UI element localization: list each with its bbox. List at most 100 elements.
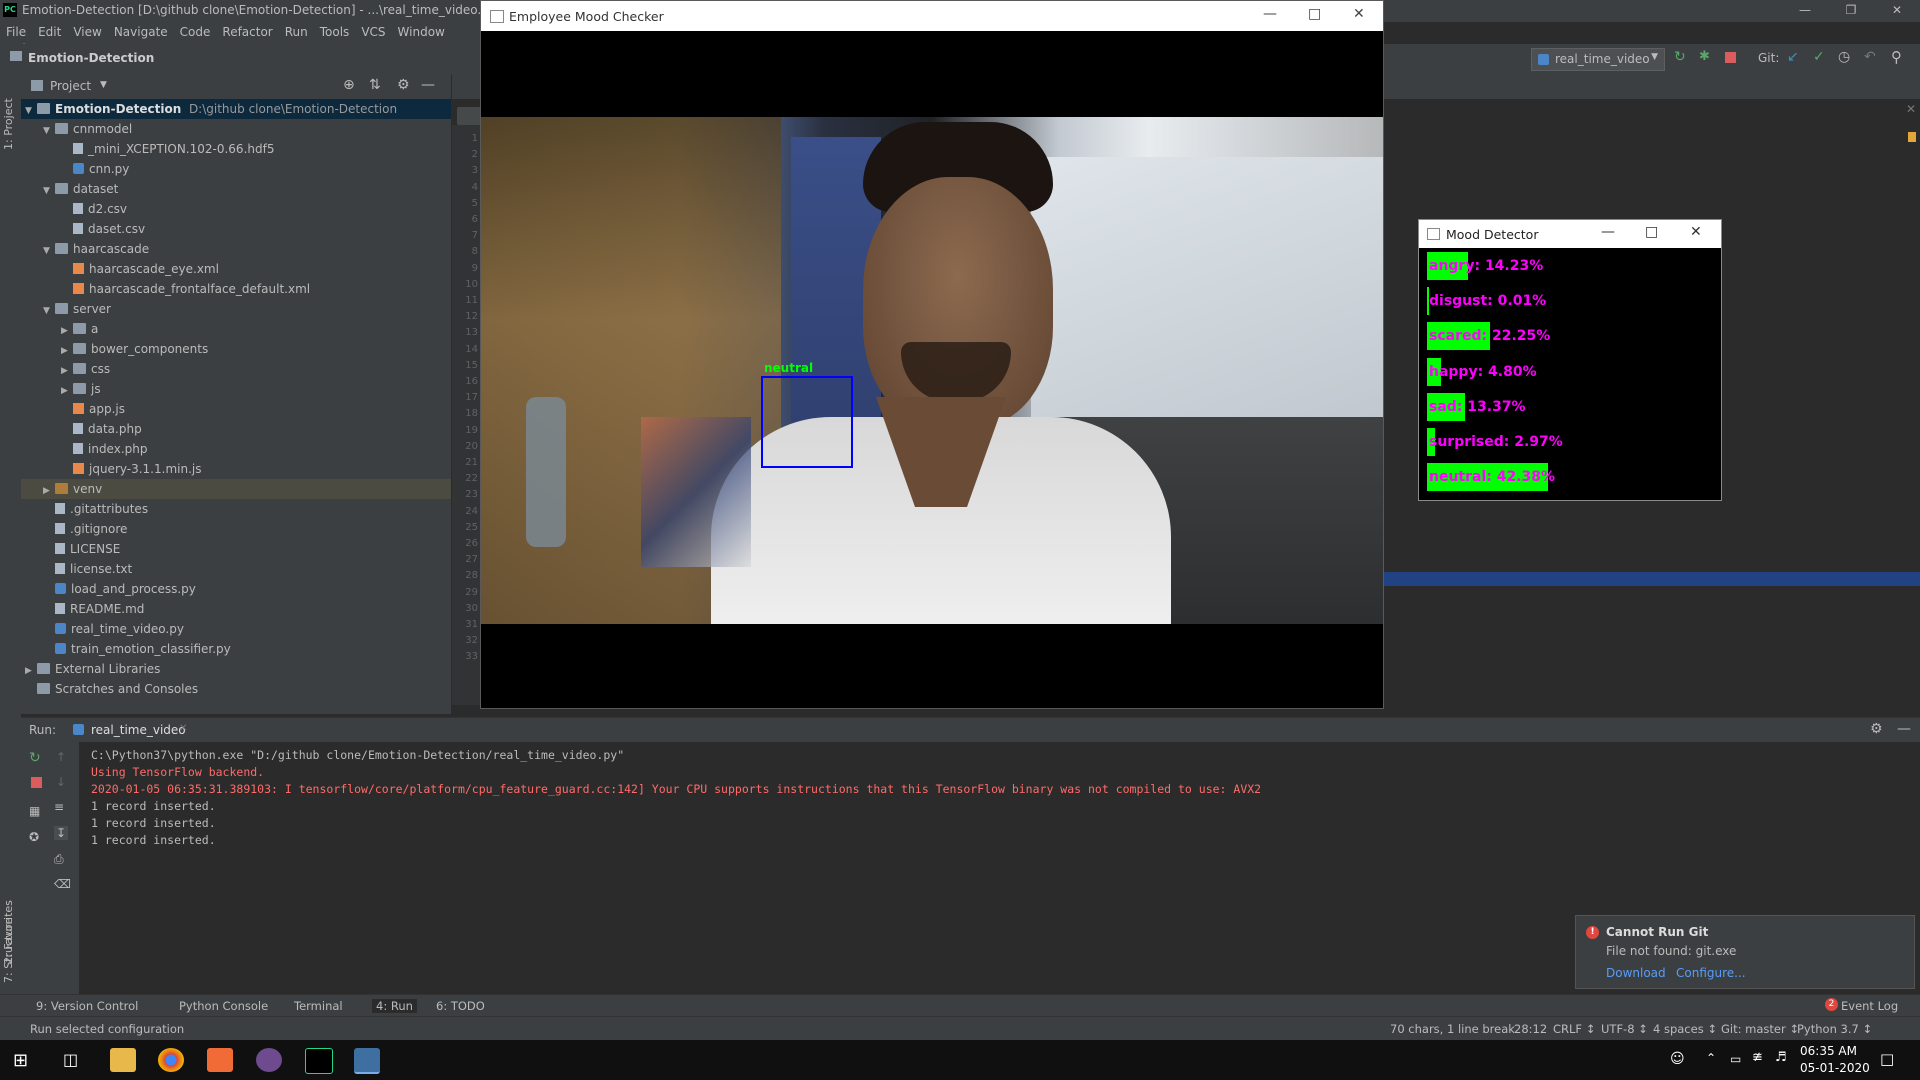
menu-tools[interactable]: Tools xyxy=(314,22,356,39)
rerun-icon[interactable]: ↻ xyxy=(29,750,41,766)
indent-setting[interactable]: 4 spaces ↕ xyxy=(1653,1022,1717,1036)
git-commit-icon[interactable]: ✓ xyxy=(1813,49,1825,65)
tree-item[interactable]: index.php xyxy=(21,439,451,459)
tree-item[interactable]: ▼ server xyxy=(21,299,451,319)
tree-item[interactable]: haarcascade_eye.xml xyxy=(21,259,451,279)
wifi-icon[interactable]: ≇ xyxy=(1752,1050,1763,1065)
pycharm-icon[interactable] xyxy=(305,1048,333,1074)
collapsed-arrow-icon[interactable]: ▶ xyxy=(61,321,73,341)
scroll-end-icon[interactable]: ↧ xyxy=(54,826,69,840)
tree-item[interactable]: ▶ a xyxy=(21,319,451,339)
tree-item[interactable]: Scratches and Consoles xyxy=(21,679,451,699)
expanded-arrow-icon[interactable]: ▼ xyxy=(43,241,55,261)
people-icon[interactable]: ☺ xyxy=(1670,1051,1685,1067)
revert-icon[interactable]: ↶ xyxy=(1864,49,1876,65)
tree-item[interactable]: .gitattributes xyxy=(21,499,451,519)
soft-wrap-icon[interactable]: ≡ xyxy=(54,800,64,814)
menu-edit[interactable]: Edit xyxy=(32,22,67,39)
expanded-arrow-icon[interactable]: ▼ xyxy=(43,181,55,201)
event-log-button[interactable]: Event Log xyxy=(1841,999,1898,1013)
volume-icon[interactable]: ♬ xyxy=(1775,1050,1787,1065)
breadcrumb[interactable]: Emotion-Detection xyxy=(28,51,154,65)
tree-item[interactable]: daset.csv xyxy=(21,219,451,239)
menu-view[interactable]: View xyxy=(67,22,107,39)
stop-icon[interactable] xyxy=(31,777,42,788)
collapsed-arrow-icon[interactable]: ▶ xyxy=(61,381,73,401)
tree-item[interactable]: app.js xyxy=(21,399,451,419)
tree-item[interactable]: d2.csv xyxy=(21,199,451,219)
tree-item[interactable]: ▼ cnnmodel xyxy=(21,119,451,139)
battery-icon[interactable]: ▭ xyxy=(1730,1052,1741,1066)
menu-vcs[interactable]: VCS xyxy=(355,22,391,39)
collapsed-arrow-icon[interactable]: ▶ xyxy=(25,661,37,681)
tree-item[interactable]: ▶ css xyxy=(21,359,451,379)
minimize-icon[interactable]: — xyxy=(1782,3,1828,17)
git-branch[interactable]: Git: master ↕ xyxy=(1721,1022,1799,1036)
history-icon[interactable]: ◷ xyxy=(1838,49,1850,65)
tree-item[interactable]: ▶ bower_components xyxy=(21,339,451,359)
hide-icon[interactable]: — xyxy=(421,77,435,93)
git-update-icon[interactable]: ↙ xyxy=(1787,49,1799,65)
mood-window-title-bar[interactable]: Mood Detector — □ ✕ xyxy=(1419,220,1721,248)
collapse-icon[interactable]: ⇅ xyxy=(369,77,381,93)
close-icon[interactable]: ✕ xyxy=(1353,6,1365,22)
debug-icon[interactable]: ✱ xyxy=(1699,49,1710,64)
download-link[interactable]: Download xyxy=(1606,966,1666,980)
arrow-down-icon[interactable]: ↓ xyxy=(56,775,66,789)
close-icon[interactable]: ✕ xyxy=(1906,102,1916,116)
arrow-up-icon[interactable]: ↑ xyxy=(56,750,66,764)
tab-terminal[interactable]: Terminal xyxy=(294,999,343,1013)
collapsed-arrow-icon[interactable]: ▶ xyxy=(61,361,73,381)
menu-navigate[interactable]: Navigate xyxy=(108,22,174,39)
project-tool-tab[interactable]: 1: Project xyxy=(2,80,15,150)
menu-file[interactable]: File xyxy=(0,22,32,39)
stop-icon[interactable] xyxy=(1725,52,1736,63)
close-icon[interactable]: ✕ xyxy=(1874,3,1920,17)
file-encoding[interactable]: UTF-8 ↕ xyxy=(1601,1022,1648,1036)
tree-item[interactable]: license.txt xyxy=(21,559,451,579)
expanded-arrow-icon[interactable]: ▼ xyxy=(43,301,55,321)
tree-item[interactable]: ▼ haarcascade xyxy=(21,239,451,259)
clock-date[interactable]: 05-01-2020 xyxy=(1800,1061,1870,1075)
tree-item[interactable]: ▶ External Libraries xyxy=(21,659,451,679)
tree-item[interactable]: ▼ dataset xyxy=(21,179,451,199)
tab-run[interactable]: 4: Run xyxy=(372,999,417,1013)
notifications-icon[interactable]: □ xyxy=(1880,1050,1894,1068)
close-icon[interactable]: ✕ xyxy=(179,723,187,734)
trash-icon[interactable]: ⌫ xyxy=(54,877,71,891)
tree-item[interactable]: ▶ js xyxy=(21,379,451,399)
gear-icon[interactable]: ⚙ xyxy=(397,77,410,93)
caret-position[interactable]: 28:12 xyxy=(1514,1022,1547,1036)
minimize-icon[interactable]: — xyxy=(1601,224,1615,240)
restore-icon[interactable]: ❐ xyxy=(1828,3,1874,17)
search-icon[interactable]: ⚲ xyxy=(1891,48,1902,66)
python-icon[interactable] xyxy=(354,1048,380,1074)
tree-item[interactable]: ▶ venv xyxy=(21,479,451,499)
maximize-icon[interactable]: □ xyxy=(1645,224,1658,240)
chrome-icon[interactable] xyxy=(158,1048,184,1072)
menu-code[interactable]: Code xyxy=(174,22,217,39)
configure-link[interactable]: Configure... xyxy=(1676,966,1746,980)
project-view-select[interactable]: Project xyxy=(50,79,91,93)
tab-version-control[interactable]: 9: Version Control xyxy=(36,999,138,1013)
close-icon[interactable]: ✕ xyxy=(1690,224,1702,240)
window-title-bar[interactable]: Employee Mood Checker — □ ✕ xyxy=(481,1,1383,31)
structure-tab-label[interactable]: 7: Structure xyxy=(2,908,15,983)
gear-icon[interactable]: ⚙ xyxy=(1870,721,1883,737)
tree-item[interactable]: haarcascade_frontalface_default.xml xyxy=(21,279,451,299)
tree-item[interactable]: README.md xyxy=(21,599,451,619)
run-config-select[interactable]: real_time_video ▼ xyxy=(1531,48,1665,71)
tree-root[interactable]: ▼ Emotion-Detection D:\github clone\Emoti… xyxy=(21,99,451,119)
tree-item[interactable]: data.php xyxy=(21,419,451,439)
tree-item[interactable]: real_time_video.py xyxy=(21,619,451,639)
menu-refactor[interactable]: Refactor xyxy=(216,22,278,39)
line-separator[interactable]: CRLF ↕ xyxy=(1553,1022,1595,1036)
tab-todo[interactable]: 6: TODO xyxy=(436,999,485,1013)
menu-window[interactable]: Window xyxy=(392,22,451,39)
run-tab[interactable]: real_time_video xyxy=(91,723,186,737)
tree-item[interactable]: cnn.py xyxy=(21,159,451,179)
tab-python-console[interactable]: Python Console xyxy=(179,999,268,1013)
tree-item[interactable]: jquery-3.1.1.min.js xyxy=(21,459,451,479)
collapsed-arrow-icon[interactable]: ▶ xyxy=(43,481,55,501)
expanded-arrow-icon[interactable]: ▼ xyxy=(43,121,55,141)
